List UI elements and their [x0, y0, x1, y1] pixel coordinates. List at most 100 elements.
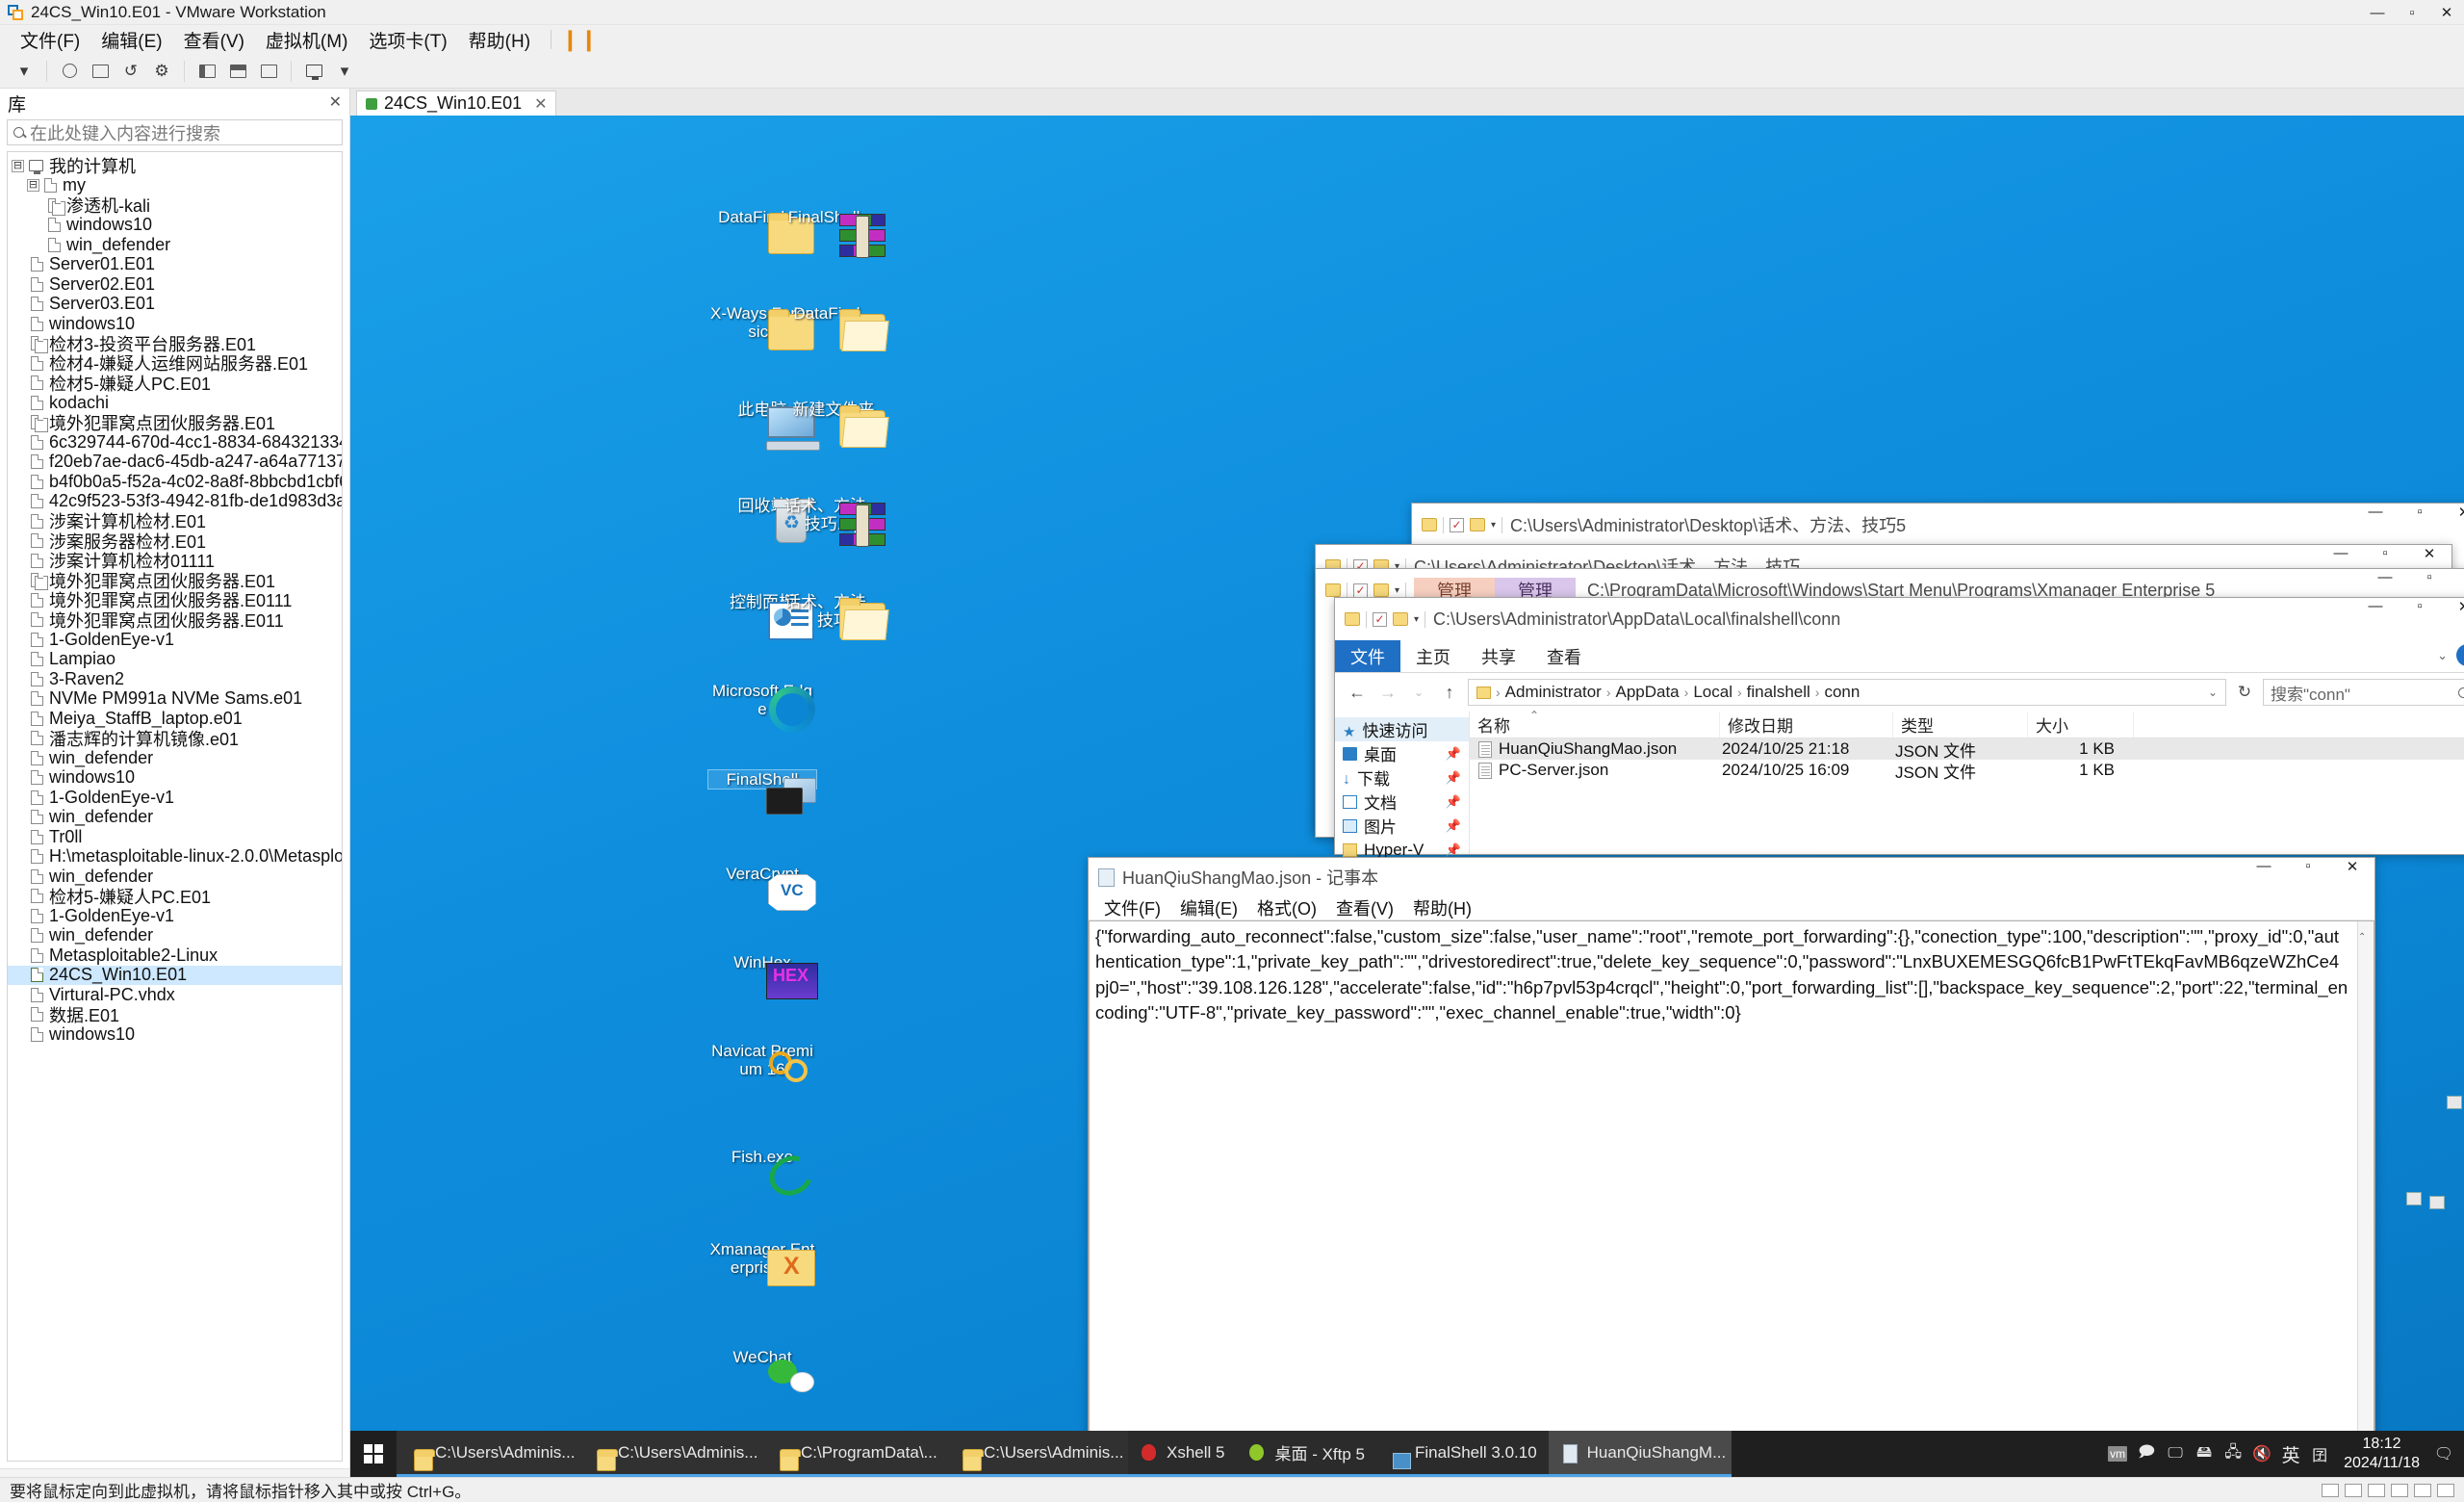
menu-help[interactable]: 帮助(H)	[458, 24, 541, 56]
library-vm-item-20[interactable]: Lampiao	[8, 649, 342, 670]
column-header-name[interactable]: 名称	[1470, 712, 1720, 738]
library-close-button[interactable]: ✕	[329, 92, 342, 112]
maximize-button[interactable]: ▫	[2398, 504, 2442, 520]
desktop-icon-finalshell[interactable]: FinalShell	[707, 768, 817, 815]
table-row[interactable]: HuanQiuShangMao.json 2024/10/25 21:18 JSON…	[1470, 738, 2464, 761]
ime-mode-icon[interactable]: 囝	[2305, 1431, 2334, 1477]
library-vm-item-32[interactable]: 检材5-嫌疑人PC.E01	[8, 887, 342, 907]
guest-desktop[interactable]: DataFindx... FinalShell-... X-Ways Foren…	[350, 116, 2464, 1477]
nav-pane-item-2[interactable]: ↓ 下载 📌	[1335, 765, 1469, 790]
library-vm-item-38[interactable]: 数据.E01	[8, 1005, 342, 1025]
refresh-button[interactable]: ↻	[2232, 680, 2257, 705]
library-vm-item-1[interactable]: Server02.E01	[8, 274, 342, 295]
desktop-icon-datafind[interactable]: DataFind...	[780, 304, 887, 350]
printer-icon[interactable]	[2437, 1483, 2454, 1497]
ribbon-tab-share[interactable]: 共享	[1466, 640, 1531, 672]
desktop-icon-wechat[interactable]: WeChat	[708, 1348, 816, 1392]
menu-edit[interactable]: 编辑(E)	[90, 24, 172, 56]
desktop-icon-microsoft-edge[interactable]: Microsoft Edge	[708, 682, 816, 733]
library-vm-item-6[interactable]: 检材5-嫌疑人PC.E01	[8, 374, 342, 394]
usb-device-icon[interactable]	[2391, 1483, 2408, 1497]
column-header-type[interactable]: 类型	[1893, 712, 2028, 738]
vmware-minimize-button[interactable]: —	[2360, 0, 2395, 25]
library-horizontal-scrollbar[interactable]	[0, 1468, 349, 1477]
file-list-rows[interactable]: HuanQiuShangMao.json 2024/10/25 21:18 JSON…	[1470, 738, 2464, 782]
library-vm-item-28[interactable]: win_defender	[8, 807, 342, 828]
hard-disk-icon[interactable]	[2322, 1483, 2339, 1497]
nav-pane-item-1[interactable]: 桌面 📌	[1335, 741, 1469, 765]
library-folder-my[interactable]: ⊟ my	[8, 175, 342, 196]
ribbon-tab-home[interactable]: 主页	[1400, 640, 1466, 672]
library-vm-item-10[interactable]: f20eb7ae-dac6-45db-a247-a64a771377d6	[8, 452, 342, 473]
library-vm-item-27[interactable]: 1-GoldenEye-v1	[8, 788, 342, 808]
show-thumbnail-icon[interactable]	[223, 58, 252, 85]
tree-expander[interactable]: ⊟	[27, 179, 39, 193]
forward-button[interactable]: →	[1375, 680, 1400, 705]
nav-pane-item-0[interactable]: ★ 快速访问	[1335, 717, 1469, 741]
file-list-pane[interactable]: ⌃ 名称 修改日期 类型 大小 HuanQiuShangMao.json 2024…	[1470, 709, 2464, 854]
table-row[interactable]: PC-Server.json 2024/10/25 16:09 JSON 文件 1 K…	[1470, 760, 2464, 782]
library-vm-item-11[interactable]: b4f0b0a5-f52a-4c02-8a8f-8bbcbd1cbf68	[8, 472, 342, 492]
taskbar-item-1[interactable]: C:\Users\Adminis...	[579, 1431, 762, 1477]
taskbar-item-7[interactable]: HuanQiuShangM...	[1548, 1431, 1732, 1477]
ime-chinese-icon[interactable]: 英	[2276, 1431, 2305, 1477]
breadcrumb-administrator[interactable]: Administrator	[1505, 683, 1602, 702]
desktop-icon-fish-exe[interactable]: Fish.exe	[708, 1148, 820, 1203]
volume-muted-icon[interactable]: 🔇	[2247, 1431, 2276, 1477]
library-vm-item-9[interactable]: 6c329744-670d-4cc1-8834-684321334faf-win…	[8, 432, 342, 453]
library-vm-item-19[interactable]: 1-GoldenEye-v1	[8, 630, 342, 650]
library-vm-item-18[interactable]: 境外犯罪窝点团伙服务器.E011	[8, 610, 342, 631]
notepad-menu-format[interactable]: 格式(O)	[1247, 895, 1326, 920]
notepad-scrollbar[interactable]: ⌃	[2357, 921, 2374, 1477]
minimize-button[interactable]: —	[2242, 858, 2286, 874]
navigation-pane[interactable]: ★快速访问桌面📌↓下载📌文档📌图片📌Hyper-V📌Virtual Hard D…	[1335, 712, 1470, 893]
library-item-2[interactable]: win_defender	[8, 235, 342, 255]
nav-pane-item-3[interactable]: 文档 📌	[1335, 790, 1469, 814]
scroll-up-icon[interactable]: ⌃	[2358, 932, 2366, 943]
network-adapter-icon[interactable]	[2368, 1483, 2385, 1497]
taskbar-item-2[interactable]: C:\ProgramData\...	[762, 1431, 945, 1477]
library-item-1[interactable]: windows10	[8, 215, 342, 236]
vmware-tray-icon[interactable]: vm	[2103, 1431, 2132, 1477]
quick-access-toolbar[interactable]: ✓ ▾	[1422, 516, 1503, 533]
minimize-button[interactable]: —	[2353, 598, 2398, 614]
desktop-icon-huashu-folder[interactable]: 话术、方法、技巧	[780, 593, 887, 639]
taskbar-item-5[interactable]: 桌面 - Xftp 5	[1236, 1431, 1377, 1477]
vm-tab-close-icon[interactable]: ✕	[534, 94, 547, 114]
minimize-button[interactable]: —	[2353, 504, 2398, 520]
library-search-input[interactable]: 在此处键入内容进行搜索	[7, 119, 343, 145]
close-button[interactable]: ✕	[2442, 598, 2464, 615]
desktop-icon-navicat[interactable]: Navicat Premium 16	[708, 1042, 816, 1082]
menu-tabs[interactable]: 选项卡(T)	[358, 24, 457, 56]
column-header-size[interactable]: 大小	[2028, 712, 2134, 738]
ribbon-tab-file[interactable]: 文件	[1335, 640, 1400, 672]
vmware-close-button[interactable]: ✕	[2429, 0, 2464, 25]
quick-access-toolbar[interactable]: ✓ ▾	[1345, 610, 1426, 628]
properties-icon[interactable]: ✓	[1353, 583, 1368, 598]
network-icon[interactable]: 🖧	[2219, 1431, 2247, 1477]
taskbar-clock[interactable]: 18:12 2024/11/18	[2334, 1435, 2429, 1474]
notepad-text-area[interactable]: {"forwarding_auto_reconnect":false,"cust…	[1089, 920, 2374, 1477]
cd-drive-icon[interactable]	[2345, 1483, 2362, 1497]
properties-icon[interactable]: ✓	[1373, 611, 1387, 627]
notepad-menu-file[interactable]: 文件(F)	[1094, 895, 1170, 920]
up-button[interactable]: ↑	[1437, 680, 1462, 705]
address-bar[interactable]: › Administrator › AppData › Local › fina…	[1468, 679, 2226, 706]
nav-pane-item-4[interactable]: 图片 📌	[1335, 814, 1469, 838]
pin-icon[interactable]: 📌	[1446, 794, 1461, 810]
chevron-down-icon[interactable]: ⌄	[2208, 686, 2218, 699]
desktop-icon-huashu-zip[interactable]: 话术、方法、技巧.zip	[780, 497, 887, 547]
maximize-button[interactable]: ▫	[2286, 858, 2330, 874]
new-folder-icon[interactable]	[1373, 583, 1389, 597]
desktop-icon-finalshell-archive[interactable]: FinalShell-...	[780, 208, 887, 258]
snapshot-icon[interactable]	[55, 58, 84, 85]
show-console-icon[interactable]	[254, 58, 283, 85]
library-vm-item-25[interactable]: win_defender	[8, 748, 342, 768]
menu-view[interactable]: 查看(V)	[173, 24, 255, 56]
breadcrumb-local[interactable]: Local	[1693, 683, 1732, 702]
show-library-icon[interactable]	[192, 58, 221, 85]
notepad-menu-view[interactable]: 查看(V)	[1326, 895, 1403, 920]
menu-file[interactable]: 文件(F)	[10, 24, 90, 56]
library-vm-item-24[interactable]: 潘志辉的计算机镜像.e01	[8, 729, 342, 749]
power-dropdown-icon[interactable]: ▾	[10, 58, 38, 85]
